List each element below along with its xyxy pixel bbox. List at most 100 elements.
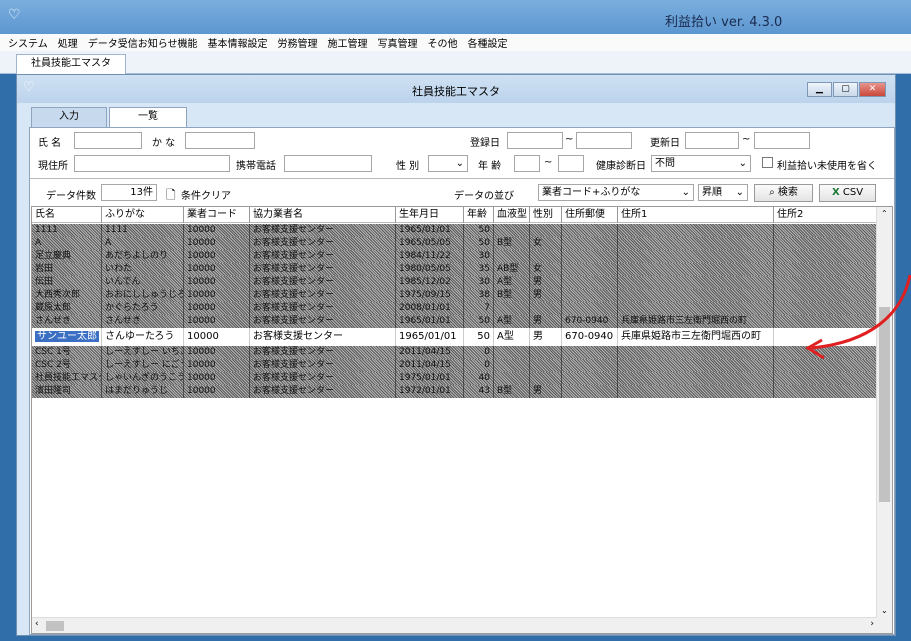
age-to-input[interactable]: [558, 155, 584, 172]
cell-zip: [562, 276, 618, 289]
sort-select[interactable]: 業者コード+ふりがな ⌄: [538, 184, 694, 201]
col-name[interactable]: 氏名: [32, 207, 102, 223]
cell-addr2: [774, 237, 877, 250]
menu-photo[interactable]: 写真管理: [378, 35, 418, 50]
cell-sex: 男: [530, 315, 562, 328]
address-input[interactable]: [74, 155, 230, 172]
cell-addr: 兵庫県姫路市三左衛門堀西の町: [618, 315, 774, 328]
upd-date-tilde: ~: [742, 134, 751, 145]
table-row[interactable]: 伝田 いんでん 10000 お客様支援センター 1985/12/02 30 A型男: [32, 276, 877, 289]
cell-name: 岩田: [32, 263, 102, 276]
cell-sex: [530, 359, 562, 372]
col-company[interactable]: 協力業者名: [250, 207, 396, 223]
cell-kana: しーえすしー にごう: [102, 359, 184, 372]
col-kana[interactable]: ふりがな: [102, 207, 184, 223]
cell-addr: [618, 237, 774, 250]
cell-code: 10000: [184, 263, 250, 276]
clear-conditions-link[interactable]: 条件クリア: [181, 187, 231, 202]
gender-select[interactable]: ⌄: [428, 155, 468, 172]
col-birth[interactable]: 生年月日: [396, 207, 464, 223]
table-row[interactable]: 濱田隆司 はまだりゅうじ 10000 お客様支援センター 1972/01/01 43 B型男: [32, 385, 877, 398]
col-zip[interactable]: 住所郵便: [562, 207, 618, 223]
table-row[interactable]: A A 10000 お客様支援センター 1965/05/05 50 B型女: [32, 237, 877, 250]
reg-date-to-input[interactable]: [576, 132, 632, 149]
cell-name: A: [32, 237, 102, 250]
order-select-value: 昇順: [702, 187, 722, 198]
horizontal-scrollbar[interactable]: ‹ ›: [32, 617, 877, 633]
table-row[interactable]: さんせき さんせき 10000 お客様支援センター 1965/01/01 50 A型男 670…: [32, 315, 877, 328]
col-code[interactable]: 業者コード: [184, 207, 250, 223]
cell-addr2: [774, 315, 877, 328]
cell-addr: [618, 346, 774, 359]
menu-data-notify[interactable]: データ受信お知らせ機能: [88, 35, 198, 50]
table-row[interactable]: 社員技能工マスタ しゃいんぎのうこう 10000 お客様支援センター 1975/01/0…: [32, 372, 877, 385]
scroll-up-icon[interactable]: ⌃: [881, 209, 888, 218]
col-age[interactable]: 年齢: [464, 207, 494, 223]
cell-addr: [618, 289, 774, 302]
tab-input[interactable]: 入力: [31, 107, 107, 127]
table-row[interactable]: サンユー太郎 さんゆーたろう 10000 お客様支援センター 1965/01/01 50 A…: [32, 328, 877, 346]
horizontal-scroll-thumb[interactable]: [46, 621, 64, 631]
cell-company: お客様支援センター: [250, 372, 396, 385]
sort-label: データの並び: [454, 191, 514, 202]
menu-settings[interactable]: 各種設定: [468, 35, 508, 50]
col-sex[interactable]: 性別: [530, 207, 562, 223]
menu-system[interactable]: システム: [8, 35, 48, 50]
menu-labor[interactable]: 労務管理: [278, 35, 318, 50]
scroll-down-icon[interactable]: ⌄: [881, 606, 888, 615]
table-row[interactable]: 大西秀次郎おおにししゅうじろう10000お客様支援センター1975/09/153…: [32, 289, 877, 302]
cell-company: お客様支援センター: [250, 328, 396, 346]
phone-input[interactable]: [284, 155, 372, 172]
minimize-button[interactable]: ▁: [807, 82, 832, 97]
menu-construction[interactable]: 施工管理: [328, 35, 368, 50]
cell-age: 50: [464, 224, 494, 237]
maximize-button[interactable]: ▢: [833, 82, 858, 97]
unused-checkbox[interactable]: [762, 157, 773, 168]
cell-birth: 1975/09/15: [396, 289, 464, 302]
csv-button[interactable]: X CSV: [819, 184, 876, 202]
age-from-input[interactable]: [514, 155, 540, 172]
search-button[interactable]: ⌕ 検索: [754, 184, 813, 202]
employee-table: 氏名 ふりがな 業者コード 協力業者名 生年月日 年齢 血液型 性別 住所郵便 …: [31, 206, 893, 634]
scroll-right-icon[interactable]: ›: [870, 619, 874, 629]
cell-company: お客様支援センター: [250, 263, 396, 276]
menu-process[interactable]: 処理: [58, 35, 78, 50]
cell-age: 50: [464, 328, 494, 346]
document-tab-strip: 社員技能工マスタ: [0, 51, 911, 74]
cell-age: 30: [464, 276, 494, 289]
menu-basic-settings[interactable]: 基本情報設定: [208, 35, 268, 50]
scroll-left-icon[interactable]: ‹: [35, 619, 39, 629]
cell-birth: 2008/01/01: [396, 302, 464, 315]
chevron-down-icon: ⌄: [738, 158, 747, 169]
cell-birth: 1965/01/01: [396, 224, 464, 237]
cell-name: 社員技能工マスタ: [32, 372, 102, 385]
order-select[interactable]: 昇順 ⌄: [698, 184, 748, 201]
cell-birth: 1965/01/01: [396, 315, 464, 328]
reg-date-from-input[interactable]: [507, 132, 563, 149]
close-button[interactable]: ✕: [859, 82, 886, 97]
tab-list[interactable]: 一覧: [109, 107, 187, 128]
col-addr2[interactable]: 住所2: [774, 207, 877, 223]
col-addr1[interactable]: 住所1: [618, 207, 774, 223]
doc-tab-employee-master[interactable]: 社員技能工マスタ: [16, 54, 126, 74]
col-blood[interactable]: 血液型: [494, 207, 530, 223]
cell-blood: B型: [494, 289, 530, 302]
health-select[interactable]: 不問 ⌄: [651, 155, 751, 172]
cell-sex: 男: [530, 385, 562, 398]
table-row[interactable]: 蔵原太郎 かぐらたろう 10000 お客様支援センター 2008/01/01 7: [32, 302, 877, 315]
upd-date-to-input[interactable]: [754, 132, 810, 149]
cell-addr2: [774, 372, 877, 385]
table-row[interactable]: CSC 1号しーえすしー いちごう10000お客様支援センター2011/04/1…: [32, 346, 877, 359]
vertical-scrollbar[interactable]: ⌃ ⌄: [876, 207, 892, 633]
menu-other[interactable]: その他: [428, 35, 458, 50]
kana-input[interactable]: [185, 132, 255, 149]
upd-date-from-input[interactable]: [685, 132, 739, 149]
table-header: 氏名 ふりがな 業者コード 協力業者名 生年月日 年齢 血液型 性別 住所郵便 …: [32, 207, 877, 223]
vertical-scroll-thumb[interactable]: [879, 307, 890, 502]
table-row[interactable]: 足立慶典 あだちよしのり 10000 お客様支援センター 1984/11/22 30: [32, 250, 877, 263]
name-input[interactable]: [74, 132, 142, 149]
table-row[interactable]: 1111 1111 10000 お客様支援センター 1965/01/01 50: [32, 224, 877, 237]
cell-name: 濱田隆司: [32, 385, 102, 398]
table-row[interactable]: CSC 2号 しーえすしー にごう 10000 お客様支援センター 2011/04/15…: [32, 359, 877, 372]
table-row[interactable]: 岩田 いわた 10000 お客様支援センター 1980/05/05 35 AB型女: [32, 263, 877, 276]
